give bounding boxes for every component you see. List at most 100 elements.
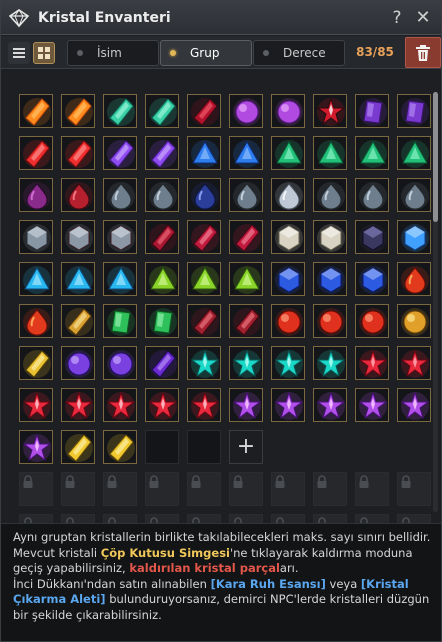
crystal-slot[interactable] — [271, 388, 305, 422]
crystal-slot[interactable] — [313, 220, 347, 254]
crystal-slot[interactable] — [61, 178, 95, 212]
crystal-slot[interactable] — [229, 262, 263, 296]
crystal-slot[interactable] — [61, 388, 95, 422]
crystal-slot[interactable] — [103, 178, 137, 212]
crystal-slot[interactable] — [397, 304, 431, 338]
crystal-slot[interactable] — [229, 136, 263, 170]
crystal-slot[interactable] — [61, 262, 95, 296]
close-icon[interactable]: ✕ — [413, 7, 433, 29]
crystal-slot[interactable] — [187, 388, 221, 422]
crystal-slot[interactable] — [187, 262, 221, 296]
empty-slot[interactable] — [187, 430, 221, 464]
crystal-slot[interactable] — [355, 220, 389, 254]
crystal-slot[interactable] — [397, 346, 431, 380]
list-view-button[interactable] — [8, 42, 30, 64]
crystal-slot[interactable] — [313, 346, 347, 380]
crystal-slot[interactable] — [355, 94, 389, 128]
purple-orb-crystal-icon — [275, 98, 303, 126]
crystal-slot[interactable] — [229, 304, 263, 338]
crystal-slot[interactable] — [187, 178, 221, 212]
crystal-slot[interactable] — [19, 94, 53, 128]
help-icon[interactable]: ? — [387, 7, 407, 29]
crystal-slot[interactable] — [187, 304, 221, 338]
crystal-slot[interactable] — [313, 304, 347, 338]
crystal-slot[interactable] — [397, 136, 431, 170]
tab-sort-group[interactable]: Grup — [160, 40, 252, 66]
crystal-slot[interactable] — [19, 388, 53, 422]
crystal-slot[interactable] — [187, 136, 221, 170]
crystal-slot[interactable] — [145, 304, 179, 338]
crystal-slot[interactable] — [355, 262, 389, 296]
red-star-crystal-icon — [190, 391, 220, 420]
crystal-slot[interactable] — [271, 262, 305, 296]
crystal-slot[interactable] — [355, 178, 389, 212]
crystal-slot[interactable] — [19, 136, 53, 170]
crystal-slot[interactable] — [355, 304, 389, 338]
crystal-slot[interactable] — [229, 220, 263, 254]
crystal-slot[interactable] — [229, 346, 263, 380]
crystal-slot[interactable] — [313, 388, 347, 422]
crystal-slot[interactable] — [355, 136, 389, 170]
crystal-slot[interactable] — [397, 220, 431, 254]
crystal-slot[interactable] — [103, 388, 137, 422]
crystal-slot[interactable] — [271, 94, 305, 128]
crystal-slot[interactable] — [313, 136, 347, 170]
crystal-slot[interactable] — [271, 220, 305, 254]
crystal-slot[interactable] — [397, 388, 431, 422]
crystal-slot[interactable] — [397, 178, 431, 212]
crystal-slot[interactable] — [313, 262, 347, 296]
crystal-slot[interactable] — [19, 430, 53, 464]
crystal-slot[interactable] — [229, 94, 263, 128]
crystal-slot[interactable] — [145, 178, 179, 212]
crystal-slot[interactable] — [19, 220, 53, 254]
gold-feather-crystal-icon — [65, 308, 93, 336]
crystal-slot[interactable] — [145, 94, 179, 128]
crystal-slot[interactable] — [19, 178, 53, 212]
crystal-slot[interactable] — [61, 94, 95, 128]
crystal-slot[interactable] — [229, 388, 263, 422]
crystal-slot[interactable] — [103, 304, 137, 338]
crystal-slot[interactable] — [271, 136, 305, 170]
grid-view-button[interactable] — [33, 42, 55, 64]
crystal-slot[interactable] — [19, 304, 53, 338]
empty-slot[interactable] — [145, 430, 179, 464]
crystal-slot[interactable] — [103, 346, 137, 380]
crystal-slot[interactable] — [61, 430, 95, 464]
crystal-slot[interactable] — [61, 136, 95, 170]
crystal-slot[interactable] — [145, 136, 179, 170]
crystal-slot[interactable] — [103, 262, 137, 296]
crystal-slot[interactable] — [145, 346, 179, 380]
crystal-slot[interactable] — [145, 388, 179, 422]
crystal-slot[interactable] — [355, 346, 389, 380]
crystal-slot[interactable] — [187, 220, 221, 254]
crystal-slot[interactable] — [397, 94, 431, 128]
crystal-slot[interactable] — [61, 346, 95, 380]
tab-sort-name[interactable]: İsim — [67, 40, 159, 66]
trash-button[interactable] — [405, 37, 441, 68]
crystal-slot[interactable] — [271, 346, 305, 380]
crystal-slot[interactable] — [103, 220, 137, 254]
crystal-slot[interactable] — [103, 94, 137, 128]
lock-icon — [23, 475, 33, 488]
crystal-slot[interactable] — [103, 430, 137, 464]
crystal-slot[interactable] — [103, 136, 137, 170]
crystal-slot[interactable] — [61, 304, 95, 338]
tab-sort-grade[interactable]: Derece — [253, 40, 345, 66]
crystal-slot[interactable] — [19, 262, 53, 296]
crystal-slot[interactable] — [19, 346, 53, 380]
crystal-slot[interactable] — [397, 262, 431, 296]
crystal-slot[interactable] — [313, 94, 347, 128]
scrollbar-thumb[interactable] — [433, 92, 438, 222]
crystal-slot[interactable] — [271, 304, 305, 338]
crystal-slot[interactable] — [187, 94, 221, 128]
crystal-slot[interactable] — [61, 220, 95, 254]
crystal-slot[interactable] — [313, 178, 347, 212]
crystal-slot[interactable] — [229, 178, 263, 212]
crystal-slot[interactable] — [187, 346, 221, 380]
crystal-slot[interactable] — [145, 220, 179, 254]
crystal-slot[interactable] — [271, 178, 305, 212]
add-slot-button[interactable]: + — [229, 430, 263, 464]
crystal-slot[interactable] — [145, 262, 179, 296]
crystal-slot[interactable] — [355, 388, 389, 422]
scrollbar[interactable] — [433, 92, 438, 512]
